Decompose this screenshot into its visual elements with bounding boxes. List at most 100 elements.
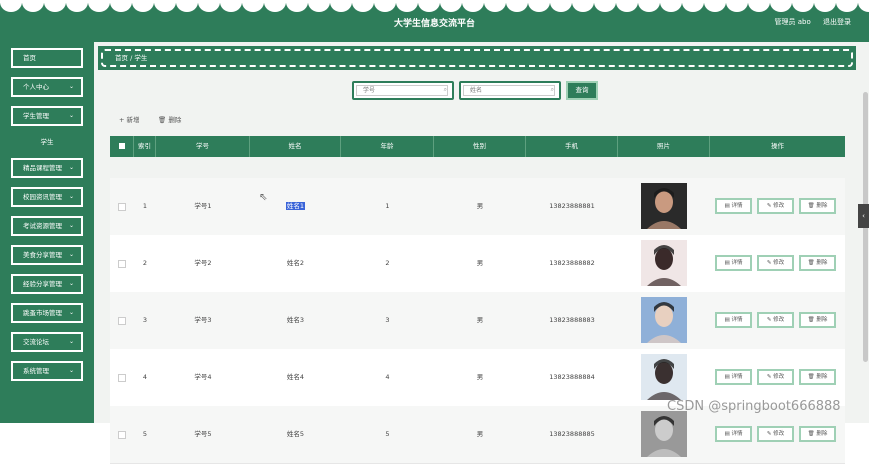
- cell-index: 3: [142, 316, 148, 324]
- cell-name: 姓名1: [250, 178, 341, 235]
- edit-button[interactable]: ✎ 修改: [757, 369, 794, 385]
- app-title: 大学生信息交流平台: [393, 19, 475, 29]
- sidebar-item-label: 个人中心: [23, 83, 49, 91]
- sidebar-item-student-management[interactable]: 学生管理 ⌄: [11, 106, 83, 126]
- cell-phone: 13823888885: [549, 430, 595, 438]
- cell-index: 4: [142, 373, 148, 381]
- sidebar-item-exam-resources[interactable]: 考试资源管理 ⌄: [11, 216, 83, 236]
- table-row[interactable]: 3 学号3 姓名3 3 男 13823888883 ▤ 详情 ✎ 修改 🗑 删除: [110, 292, 845, 350]
- cell-student-no: 学号3: [194, 316, 212, 324]
- chevron-down-icon: ⌄: [68, 280, 74, 287]
- sidebar-item-flea-market[interactable]: 跳蚤市场管理 ⌄: [11, 303, 83, 323]
- sidebar-item-label: 美食分享管理: [23, 251, 62, 259]
- column-header-age: 年龄: [341, 136, 434, 157]
- edit-button[interactable]: ✎ 修改: [757, 255, 794, 271]
- row-checkbox[interactable]: [118, 317, 126, 325]
- row-checkbox[interactable]: [118, 374, 126, 382]
- selected-name-text: 姓名1: [285, 202, 306, 210]
- row-checkbox[interactable]: [118, 260, 126, 268]
- cell-age: 2: [385, 259, 390, 267]
- edit-button[interactable]: ✎ 修改: [757, 312, 794, 328]
- table-row[interactable]: 5 学号5 姓名5 5 男 13823888885 ▤ 详情 ✎ 修改 🗑 删除: [110, 406, 845, 464]
- cell-phone: 13823888881: [549, 202, 595, 210]
- name-text: 姓名2: [286, 259, 305, 267]
- cell-phone: 13823888884: [549, 373, 595, 381]
- detail-button[interactable]: ▤ 详情: [715, 426, 752, 442]
- add-button[interactable]: + 新增: [119, 114, 140, 124]
- detail-button[interactable]: ▤ 详情: [715, 312, 752, 328]
- breadcrumb: 首页 / 学生: [98, 46, 856, 70]
- sidebar-item-label: 系统管理: [23, 367, 49, 375]
- chevron-down-icon: ⌄: [68, 367, 74, 374]
- cell-name: 姓名5: [250, 406, 341, 463]
- sidebar-item-forum[interactable]: 交流论坛 ⌄: [11, 332, 83, 352]
- student-photo: [641, 411, 687, 457]
- breadcrumb-text: 首页 / 学生: [101, 49, 853, 67]
- table-header: 索引 学号 姓名 年龄 性别 手机 照片 操作: [110, 136, 845, 157]
- student-no-input[interactable]: [356, 85, 448, 96]
- chevron-down-icon: ⌄: [68, 309, 74, 316]
- student-photo: [641, 183, 687, 229]
- chevron-down-icon: ⌄: [68, 338, 74, 345]
- sidebar-item-personal-center[interactable]: 个人中心 ⌄: [11, 77, 83, 97]
- column-header-photo: 照片: [618, 136, 710, 157]
- sidebar-item-label: 学生管理: [23, 112, 49, 120]
- cell-student-no: 学号2: [194, 259, 212, 267]
- student-photo: [641, 297, 687, 343]
- chevron-down-icon: ⌄: [68, 112, 74, 119]
- detail-button[interactable]: ▤ 详情: [715, 369, 752, 385]
- cell-student-no: 学号4: [194, 373, 212, 381]
- main-content: 首页 / 学生 ⌕ ⌕ 查询 + 新增 🗑 删除 索引 学号 姓名 年龄 性别 …: [94, 42, 869, 464]
- cell-gender: 男: [476, 430, 484, 438]
- sidebar-item-label: 交流论坛: [23, 338, 49, 346]
- cell-age: 3: [385, 316, 390, 324]
- cell-name: 姓名3: [250, 292, 341, 349]
- collapse-tab[interactable]: ‹: [858, 204, 869, 228]
- sidebar-item-courses[interactable]: 精品课程管理 ⌄: [11, 158, 83, 178]
- table-row[interactable]: 2 学号2 姓名2 2 男 13823888882 ▤ 详情 ✎ 修改 🗑 删除: [110, 235, 845, 293]
- sidebar-item-system[interactable]: 系统管理 ⌄: [11, 361, 83, 381]
- cell-name: 姓名2: [250, 235, 341, 292]
- chevron-down-icon: ⌄: [68, 83, 74, 90]
- select-all-cell: [110, 136, 134, 157]
- detail-button[interactable]: ▤ 详情: [715, 198, 752, 214]
- cell-index: 5: [142, 430, 148, 438]
- sidebar-item-label: 精品课程管理: [23, 164, 62, 172]
- name-input[interactable]: [463, 85, 555, 96]
- student-no-search-box: ⌕: [352, 81, 454, 100]
- table-row[interactable]: 1 学号1 姓名1 1 男 13823888881 ▤ 详情 ✎ 修改 🗑 删除: [110, 178, 845, 236]
- edit-button[interactable]: ✎ 修改: [757, 198, 794, 214]
- search-icon: ⌕: [550, 86, 554, 93]
- edit-button[interactable]: ✎ 修改: [757, 426, 794, 442]
- cell-student-no: 学号1: [194, 202, 212, 210]
- sidebar-item-campus-news[interactable]: 校园资讯管理 ⌄: [11, 187, 83, 207]
- watermark: CSDN @springboot666888: [667, 399, 841, 414]
- cell-phone: 13823888883: [549, 316, 595, 324]
- select-all-checkbox[interactable]: [118, 143, 125, 149]
- mouse-cursor-icon: ⇖: [259, 192, 268, 203]
- chevron-down-icon: ⌄: [68, 193, 74, 200]
- column-header-name: 姓名: [250, 136, 341, 157]
- delete-button[interactable]: 🗑 删除: [799, 312, 836, 328]
- sidebar-item-home[interactable]: 首页: [11, 48, 83, 68]
- sidebar-item-experience-sharing[interactable]: 经验分享管理 ⌄: [11, 274, 83, 294]
- sidebar-item-food-sharing[interactable]: 美食分享管理 ⌄: [11, 245, 83, 265]
- logout-link[interactable]: 退出登录: [823, 18, 851, 26]
- student-photo: [641, 240, 687, 286]
- sidebar-item-label: 校园资讯管理: [23, 193, 62, 201]
- detail-button[interactable]: ▤ 详情: [715, 255, 752, 271]
- delete-button[interactable]: 🗑 删除: [799, 198, 836, 214]
- sidebar-subitem-student[interactable]: 学生: [0, 131, 94, 153]
- column-header-actions: 操作: [771, 142, 784, 150]
- query-button[interactable]: 查询: [566, 81, 598, 100]
- sidebar-item-label: 跳蚤市场管理: [23, 309, 62, 317]
- delete-button[interactable]: 🗑 删除: [799, 255, 836, 271]
- row-checkbox[interactable]: [118, 431, 126, 439]
- cell-index: 2: [142, 259, 148, 267]
- row-checkbox[interactable]: [118, 203, 126, 211]
- delete-button[interactable]: 🗑 删除: [799, 426, 836, 442]
- column-header-gender: 性别: [434, 136, 526, 157]
- cell-age: 5: [385, 430, 390, 438]
- delete-button[interactable]: 🗑 删除: [799, 369, 836, 385]
- batch-delete-button[interactable]: 🗑 删除: [158, 114, 181, 124]
